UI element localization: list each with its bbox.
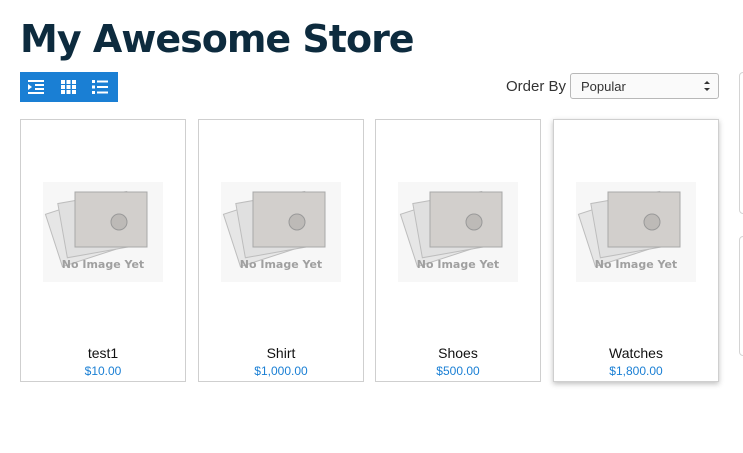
no-image-placeholder-icon: No Image Yet (398, 182, 518, 282)
side-panel-edge (739, 236, 743, 356)
no-image-text: No Image Yet (417, 258, 499, 271)
product-name: Shirt (266, 345, 296, 361)
product-card-shirt[interactable]: No Image Yet Shirt $1,000.00 (198, 119, 364, 382)
indent-view-button[interactable] (20, 72, 52, 102)
order-by-selected-value: Popular (581, 78, 626, 94)
no-image-placeholder-icon: No Image Yet (221, 182, 341, 282)
no-image-text: No Image Yet (240, 258, 322, 271)
product-card-watches[interactable]: No Image Yet Watches $1,800.00 (553, 119, 719, 382)
indent-list-icon (28, 80, 44, 94)
no-image-placeholder-icon: No Image Yet (43, 182, 163, 282)
order-by-label: Order By (506, 78, 567, 95)
product-price: $10.00 (84, 364, 122, 378)
list-view-button[interactable] (84, 72, 116, 102)
no-image-text: No Image Yet (595, 258, 677, 271)
no-image-placeholder-icon: No Image Yet (576, 182, 696, 282)
product-card-test1[interactable]: No Image Yet test1 $10.00 (20, 119, 186, 382)
view-toggle-group (20, 72, 118, 102)
side-panel-edge (739, 72, 743, 214)
product-price: $500.00 (436, 364, 480, 378)
product-name: Shoes (438, 345, 478, 361)
grid-view-button[interactable] (52, 72, 84, 102)
product-card-shoes[interactable]: No Image Yet Shoes $500.00 (375, 119, 541, 382)
product-price: $1,000.00 (254, 364, 308, 378)
grid-icon (60, 80, 76, 94)
store-title: My Awesome Store (20, 17, 415, 61)
select-arrows-icon (704, 81, 710, 91)
product-price: $1,800.00 (609, 364, 663, 378)
list-icon (92, 80, 108, 94)
product-name: Watches (609, 345, 663, 361)
order-by-select[interactable]: Popular (570, 73, 719, 99)
product-name: test1 (87, 345, 119, 361)
no-image-text: No Image Yet (62, 258, 144, 271)
